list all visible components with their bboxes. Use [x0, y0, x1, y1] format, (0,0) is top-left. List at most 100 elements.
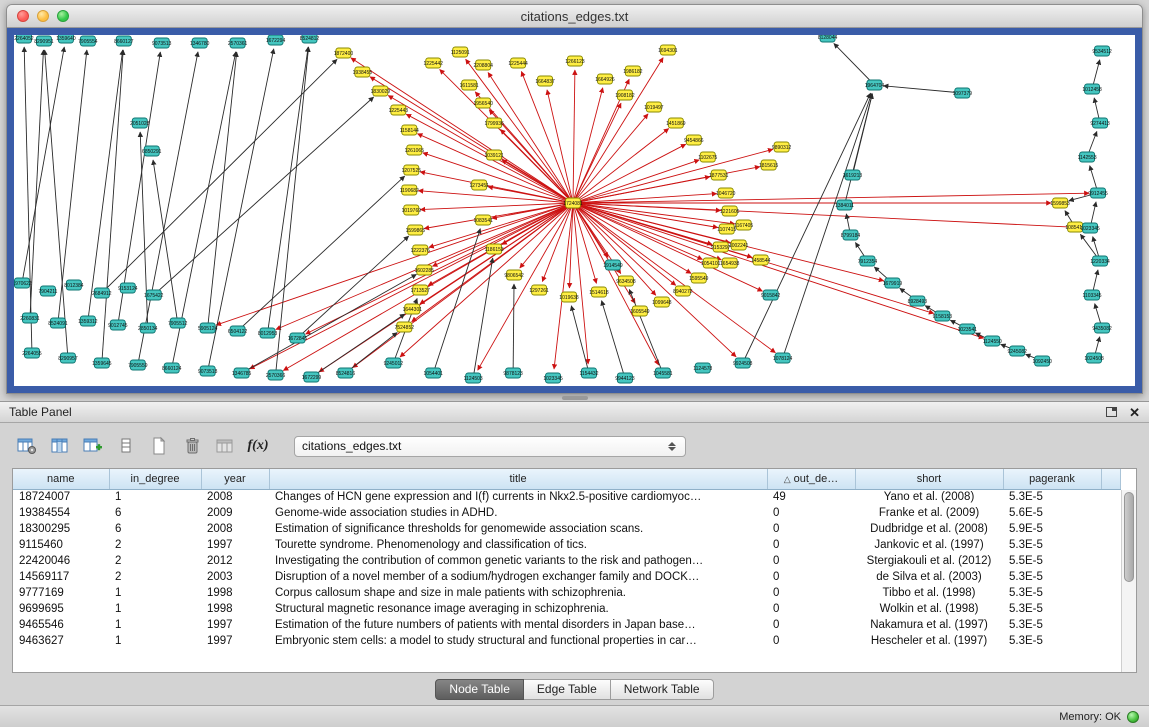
- graph-node[interactable]: 7905559: [128, 360, 148, 370]
- graph-node[interactable]: 8940272: [673, 286, 693, 296]
- graph-node[interactable]: 2260831: [20, 313, 40, 323]
- graph-edge[interactable]: [88, 50, 123, 321]
- graph-node[interactable]: 1124578: [693, 363, 712, 373]
- graph-node[interactable]: 1019497: [644, 102, 664, 112]
- graph-node[interactable]: 1599865: [406, 225, 426, 235]
- graph-node[interactable]: 6850291: [142, 146, 162, 156]
- table-row[interactable]: 977716911998Corpus callosum shape and si…: [13, 585, 1121, 601]
- graph-node[interactable]: 1605549: [630, 306, 650, 316]
- graph-node[interactable]: 1142553: [1078, 152, 1097, 162]
- graph-node[interactable]: 1054101: [701, 258, 721, 268]
- graph-node[interactable]: 8290951: [34, 36, 54, 46]
- graph-node[interactable]: 8012384: [64, 280, 84, 290]
- graph-edge[interactable]: [154, 97, 374, 295]
- graph-node[interactable]: 9274413: [1090, 118, 1110, 128]
- graph-node[interactable]: 1872400: [334, 48, 354, 58]
- graph-node[interactable]: 1644301: [403, 304, 423, 314]
- citation-graph[interactable]: 1724081187240019384551830029122544311581…: [14, 35, 1135, 386]
- graph-node[interactable]: 1346785: [232, 368, 252, 378]
- table-selector[interactable]: citations_edges.txt: [294, 436, 686, 457]
- graph-node[interactable]: 2208804: [473, 60, 493, 70]
- graph-edge[interactable]: [22, 47, 64, 283]
- graph-edge[interactable]: [268, 47, 309, 333]
- graph-edge[interactable]: [45, 50, 68, 358]
- graph-node[interactable]: 1002241: [729, 240, 749, 250]
- graph-node[interactable]: 1167405: [734, 220, 753, 230]
- graph-edge[interactable]: [573, 203, 676, 285]
- scrollbar-thumb[interactable]: [1124, 492, 1134, 582]
- graph-node[interactable]: 1012458: [1082, 84, 1102, 94]
- graph-node[interactable]: 7904211: [38, 286, 57, 296]
- graph-node[interactable]: 1679919: [883, 278, 903, 288]
- table-row[interactable]: 1830029562008Estimation of significance …: [13, 521, 1121, 537]
- graph-node[interactable]: 1186153: [485, 244, 504, 254]
- graph-node[interactable]: 1956540: [473, 98, 493, 108]
- close-panel-icon[interactable]: ✕: [1129, 406, 1140, 419]
- graph-node[interactable]: 9912455: [1088, 188, 1108, 198]
- graph-node[interactable]: 1261065: [405, 145, 425, 155]
- graph-node[interactable]: 8928493: [908, 296, 928, 306]
- graph-node[interactable]: 9924508: [733, 358, 753, 368]
- graph-edge[interactable]: [573, 203, 721, 260]
- graph-edge[interactable]: [102, 59, 337, 293]
- graph-node[interactable]: 1602285: [415, 265, 435, 275]
- graph-node[interactable]: 1154432: [579, 368, 598, 378]
- graph-node[interactable]: 9153124: [118, 283, 138, 293]
- graph-node[interactable]: 1514618: [589, 287, 609, 297]
- column-header-title[interactable]: title: [269, 469, 767, 489]
- graph-node[interactable]: 1970622: [14, 278, 32, 288]
- graph-edge[interactable]: [573, 203, 1081, 228]
- graph-node[interactable]: 8012953: [258, 328, 278, 338]
- graph-edge[interactable]: [783, 94, 872, 359]
- graph-node[interactable]: 9158153: [933, 311, 953, 321]
- graph-node[interactable]: 7905554: [78, 36, 98, 46]
- graph-edge[interactable]: [573, 58, 663, 203]
- network-window-titlebar[interactable]: citations_edges.txt: [7, 5, 1142, 28]
- graph-node[interactable]: 1799936: [484, 118, 504, 128]
- graph-node[interactable]: 1103345: [1083, 290, 1102, 300]
- graph-node[interactable]: 1877531: [709, 170, 729, 180]
- graph-node[interactable]: 9944123: [615, 373, 635, 383]
- graph-node[interactable]: 1124503: [464, 373, 483, 383]
- graph-node[interactable]: 1099648: [652, 297, 672, 307]
- graph-node[interactable]: 1207525: [402, 165, 422, 175]
- graph-node[interactable]: 1092450: [1032, 356, 1052, 366]
- graph-edge[interactable]: [571, 306, 589, 373]
- minimize-window-button[interactable]: [37, 10, 49, 22]
- graph-edge[interactable]: [276, 47, 309, 375]
- table-row[interactable]: 969969511998Structural magnetic resonanc…: [13, 601, 1121, 617]
- graph-edge[interactable]: [573, 144, 686, 203]
- graph-node[interactable]: 1664837: [535, 76, 555, 86]
- graph-node[interactable]: 1083541: [473, 215, 493, 225]
- graph-edge[interactable]: [238, 176, 405, 331]
- graph-node[interactable]: 8660124: [162, 363, 182, 373]
- graph-node[interactable]: 8290957: [58, 353, 78, 363]
- graph-node[interactable]: 2264055: [22, 348, 42, 358]
- float-panel-icon[interactable]: [1106, 407, 1117, 417]
- graph-node[interactable]: 1266123: [565, 56, 585, 66]
- graph-node[interactable]: 1078124: [773, 353, 793, 363]
- graph-node[interactable]: 1023345: [1080, 223, 1100, 233]
- graph-node[interactable]: 9015842: [761, 290, 781, 300]
- graph-node[interactable]: 1220334: [1090, 256, 1110, 266]
- graph-edge[interactable]: [138, 52, 198, 365]
- graph-node[interactable]: 1039121: [484, 150, 504, 160]
- graph-node[interactable]: 1158144: [400, 125, 419, 135]
- create-column-button[interactable]: [80, 434, 106, 459]
- close-window-button[interactable]: [17, 10, 29, 22]
- graph-node[interactable]: 1599853: [1050, 198, 1070, 208]
- graph-node[interactable]: 1908182: [615, 90, 635, 100]
- column-header-short[interactable]: short: [855, 469, 1003, 489]
- graph-node[interactable]: 1024508: [1084, 353, 1104, 363]
- table-row[interactable]: 1938455462009Genome-wide association stu…: [13, 505, 1121, 521]
- graph-node[interactable]: 9878123: [503, 368, 523, 378]
- graph-node[interactable]: 9435082: [1092, 323, 1112, 333]
- graph-node[interactable]: 1019638: [559, 292, 579, 302]
- graph-edge[interactable]: [216, 203, 573, 325]
- graph-node[interactable]: 7912354: [858, 256, 878, 266]
- graph-edge[interactable]: [500, 129, 573, 203]
- graph-node[interactable]: 1225442: [424, 58, 444, 68]
- graph-node[interactable]: 1384011: [835, 200, 854, 210]
- graph-edge[interactable]: [400, 203, 573, 357]
- import-table-button[interactable]: [212, 434, 238, 459]
